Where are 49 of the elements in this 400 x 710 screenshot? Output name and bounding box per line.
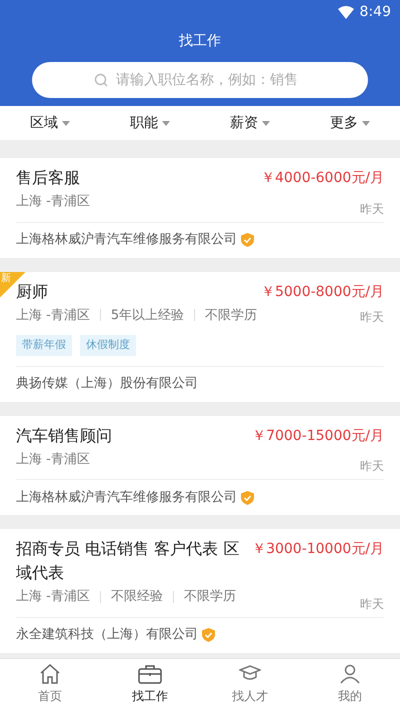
benefit-tag: 带薪年假 — [16, 335, 72, 356]
page-title: 找工作 — [179, 32, 221, 50]
caret-icon — [162, 120, 170, 126]
job-detail: 上海 -青浦区 — [16, 450, 90, 468]
company-name: 上海格林威沪青汽车维修服务有限公司 — [16, 231, 237, 250]
salary-text: ￥4000-6000元/月 — [260, 169, 384, 188]
tab-item[interactable]: 找工作 — [100, 659, 200, 710]
job-title: 售后客服 — [16, 167, 81, 189]
job-card[interactable]: 招商专员 电话销售 客户代表 区域代表 ￥3000-10000元/月 上海 -青浦区 不限经验 不限学历 昨天 永全建筑科技（上海）有限公司 — [0, 529, 400, 652]
caret-icon — [62, 120, 70, 126]
job-title: 招商专员 电话销售 客户代表 区域代表 — [16, 538, 240, 584]
company-name: 永全建筑科技（上海）有限公司 — [16, 626, 198, 644]
filter-dropdown[interactable]: 薪资 — [230, 112, 300, 134]
benefit-tag: 休假制度 — [80, 335, 136, 356]
tab-item[interactable]: 首页 — [0, 659, 100, 710]
job-detail: 上海 -青浦区 — [16, 306, 90, 324]
filter-dropdown[interactable]: 区域 — [30, 112, 100, 134]
search-field[interactable]: 请输入职位名称，例如：销售 — [32, 62, 368, 98]
company-name: 典扬传媒（上海）股份有限公司 — [16, 375, 198, 394]
job-card[interactable]: 新 厨师 ￥5000-8000元/月 上海 -青浦区 5年以上经验 不限学历 带薪年假 休假制度 昨天 典扬传媒（上海）股份有限公司 — [0, 272, 400, 402]
job-detail: 不限学历 — [184, 588, 236, 606]
job-title: 厨师 — [16, 280, 49, 302]
wifi-icon — [338, 6, 354, 18]
company-name: 上海格林威沪青汽车维修服务有限公司 — [16, 488, 237, 507]
status-time: 8:49 — [360, 2, 391, 22]
person-icon — [339, 664, 361, 684]
post-time: 昨天 — [360, 308, 384, 326]
tab-item[interactable]: 我的 — [300, 659, 400, 710]
job-detail: 不限学历 — [205, 306, 258, 324]
salary-text: ￥3000-10000元/月 — [252, 540, 384, 559]
job-detail: 不限经验 — [110, 588, 163, 606]
filter-dropdown[interactable]: 职能 — [130, 112, 200, 134]
job-detail: 5年以上经验 — [110, 306, 184, 324]
filter-dropdown[interactable]: 更多 — [330, 112, 400, 134]
tab-item[interactable]: 找人才 — [200, 659, 300, 710]
caret-icon — [262, 120, 270, 126]
job-title: 汽车销售顾问 — [16, 424, 113, 446]
job-card[interactable]: 汽车销售顾问 ￥7000-15000元/月 上海 -青浦区 昨天 上海格林威沪青汽车维修服务有限公司 — [0, 416, 400, 515]
job-detail: 上海 -青浦区 — [16, 193, 90, 211]
salary-text: ￥5000-8000元/月 — [260, 282, 384, 302]
briefcase-icon — [138, 664, 162, 684]
job-detail: 上海 -青浦区 — [16, 588, 90, 606]
job-card[interactable]: 售后客服 ￥4000-6000元/月 上海 -青浦区 昨天 上海格林威沪青汽车维修服务有限公司 — [0, 158, 400, 258]
salary-text: ￥7000-15000元/月 — [252, 426, 384, 446]
home-icon — [39, 664, 61, 684]
caret-icon — [362, 120, 370, 126]
post-time: 昨天 — [360, 200, 384, 218]
post-time: 昨天 — [360, 596, 384, 612]
post-time: 昨天 — [360, 458, 384, 475]
